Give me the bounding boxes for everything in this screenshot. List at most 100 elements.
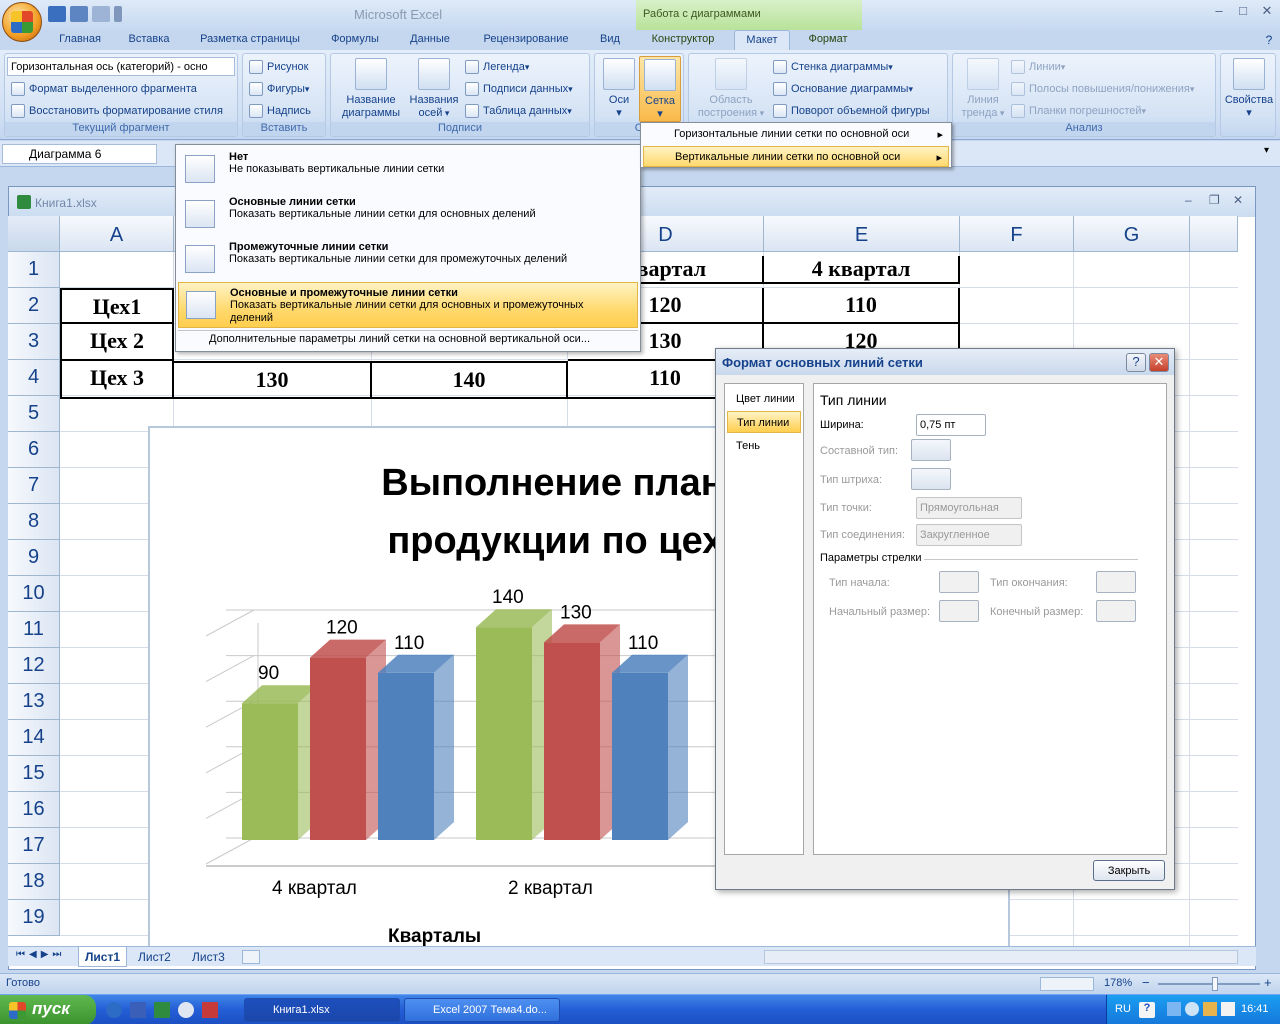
security-icon[interactable]: [1203, 1002, 1217, 1016]
zoom-out-button[interactable]: −: [1142, 975, 1150, 990]
end-type-select[interactable]: [1096, 571, 1136, 593]
row-header-14[interactable]: 14: [8, 720, 60, 756]
end-size-select[interactable]: [1096, 600, 1136, 622]
legend-button[interactable]: Легенда: [465, 57, 529, 77]
picture-button[interactable]: Рисунок: [249, 57, 309, 77]
row-header-19[interactable]: 19: [8, 900, 60, 936]
column-header-e[interactable]: E: [764, 216, 960, 252]
dialog-help-button[interactable]: ?: [1126, 353, 1146, 372]
cell-e2[interactable]: 110: [764, 288, 960, 324]
column-header-g[interactable]: G: [1074, 216, 1190, 252]
row-header-5[interactable]: 5: [8, 396, 60, 432]
chart-floor-button[interactable]: Основание диаграммы: [773, 79, 913, 99]
tab-data[interactable]: Данные: [400, 30, 460, 50]
join-type-select[interactable]: Закругленное: [916, 524, 1022, 546]
tab-layout[interactable]: Макет: [734, 30, 790, 50]
language-indicator[interactable]: RU: [1115, 1003, 1131, 1015]
cap-type-select[interactable]: Прямоугольная: [916, 497, 1022, 519]
wb-restore-button[interactable]: ❐: [1209, 193, 1220, 207]
select-all-corner[interactable]: [8, 216, 60, 252]
media-icon[interactable]: [178, 1002, 194, 1018]
customize-qat-icon[interactable]: [114, 6, 122, 22]
row-header-11[interactable]: 11: [8, 612, 60, 648]
row-header-3[interactable]: 3: [8, 324, 60, 360]
row-header-16[interactable]: 16: [8, 792, 60, 828]
zoom-level[interactable]: 178%: [1104, 977, 1132, 989]
nav-shadow[interactable]: Тень: [727, 435, 801, 457]
ie-icon[interactable]: [106, 1002, 122, 1018]
column-header-f[interactable]: F: [960, 216, 1074, 252]
nav-line-color[interactable]: Цвет линии: [727, 388, 801, 410]
maximize-button[interactable]: □: [1232, 3, 1254, 21]
gridlines-option-minor[interactable]: Промежуточные линии сетки Показать вертик…: [178, 237, 638, 281]
chart-wall-button[interactable]: Стенка диаграммы: [773, 57, 893, 77]
cell-b4[interactable]: 130: [174, 361, 372, 399]
row-header-6[interactable]: 6: [8, 432, 60, 468]
reset-style-button[interactable]: Восстановить форматирование стиля: [11, 101, 223, 121]
dialog-close-button[interactable]: Закрыть: [1093, 860, 1165, 881]
column-header-a[interactable]: A: [60, 216, 174, 252]
vertical-gridlines-item[interactable]: Вертикальные линии сетки по основной оси…: [643, 146, 949, 167]
tab-format[interactable]: Формат: [798, 30, 858, 50]
cell-e1[interactable]: 4 квартал: [764, 256, 960, 284]
dialog-close-icon[interactable]: ✕: [1149, 353, 1169, 372]
row-header-15[interactable]: 15: [8, 756, 60, 792]
gridlines-button[interactable]: Сетка ▾: [639, 56, 681, 122]
begin-size-select[interactable]: [939, 600, 979, 622]
shapes-button[interactable]: Фигуры: [249, 79, 309, 99]
row-header-9[interactable]: 9: [8, 540, 60, 576]
network-icon[interactable]: [1167, 1002, 1181, 1016]
textbox-button[interactable]: Надпись: [249, 101, 311, 121]
updown-bars-button[interactable]: Полосы повышения/понижения: [1011, 79, 1194, 99]
axis-titles-button[interactable]: Названия осей: [405, 58, 463, 120]
data-table-button[interactable]: Таблица данных: [465, 101, 572, 121]
row-header-8[interactable]: 8: [8, 504, 60, 540]
sheet-tab-2[interactable]: Лист2: [132, 947, 177, 967]
horizontal-scrollbar[interactable]: [764, 950, 1238, 964]
tab-view[interactable]: Вид: [590, 30, 630, 50]
minimize-button[interactable]: –: [1208, 3, 1230, 21]
lines-button[interactable]: Линии: [1011, 57, 1065, 77]
properties-button[interactable]: Свойства ▾: [1223, 58, 1275, 120]
row-header-13[interactable]: 13: [8, 684, 60, 720]
row-header-2[interactable]: 2: [8, 288, 60, 324]
volume-icon[interactable]: [1221, 1002, 1235, 1016]
row-header-12[interactable]: 12: [8, 648, 60, 684]
zoom-slider-thumb[interactable]: [1212, 977, 1219, 991]
plot-area-button[interactable]: Область построения: [693, 58, 769, 120]
tab-page-layout[interactable]: Разметка страницы: [188, 30, 312, 50]
nav-line-style[interactable]: Тип линии: [727, 411, 801, 433]
name-box[interactable]: Диаграмма 6: [2, 144, 157, 164]
x-axis-title[interactable]: Кварталы: [388, 926, 481, 948]
help-icon[interactable]: ?: [1260, 30, 1278, 50]
gridlines-option-major[interactable]: Основные линии сетки Показать вертикальны…: [178, 192, 638, 236]
back-icon[interactable]: [1185, 1002, 1199, 1016]
format-selection-button[interactable]: Формат выделенного фрагмента: [11, 79, 197, 99]
sheet-nav-arrows-icon[interactable]: ⏮◀▶⏭: [16, 949, 65, 960]
wb-close-button[interactable]: ✕: [1233, 193, 1243, 207]
insert-sheet-icon[interactable]: [242, 950, 260, 964]
acrobat-icon[interactable]: [202, 1002, 218, 1018]
3d-rotation-button[interactable]: Поворот объемной фигуры: [773, 101, 930, 121]
row-header-4[interactable]: 4: [8, 360, 60, 396]
cell-a3[interactable]: Цех 2: [60, 324, 174, 361]
view-buttons[interactable]: [1040, 977, 1094, 991]
wb-minimize-button[interactable]: –: [1185, 193, 1192, 207]
help-tray-icon[interactable]: ?: [1139, 1002, 1155, 1018]
task-word[interactable]: Excel 2007 Тема4.do...: [404, 998, 560, 1022]
begin-type-select[interactable]: [939, 571, 979, 593]
width-spinner[interactable]: 0,75 пт: [916, 414, 986, 436]
row-header-17[interactable]: 17: [8, 828, 60, 864]
office-button[interactable]: [2, 2, 42, 42]
tab-insert[interactable]: Вставка: [118, 30, 180, 50]
cell-c4[interactable]: 140: [372, 361, 568, 399]
tab-design[interactable]: Конструктор: [642, 30, 724, 50]
gridlines-option-major-minor[interactable]: Основные и промежуточные линии сетки Пока…: [178, 282, 638, 328]
compound-type-select[interactable]: [911, 439, 951, 461]
close-button[interactable]: ✕: [1256, 3, 1278, 21]
word-icon[interactable]: [130, 1002, 146, 1018]
tab-formulas[interactable]: Формулы: [322, 30, 388, 50]
data-labels-button[interactable]: Подписи данных: [465, 79, 573, 99]
redo-icon[interactable]: [92, 6, 110, 22]
sheet-tab-1[interactable]: Лист1: [78, 947, 128, 967]
